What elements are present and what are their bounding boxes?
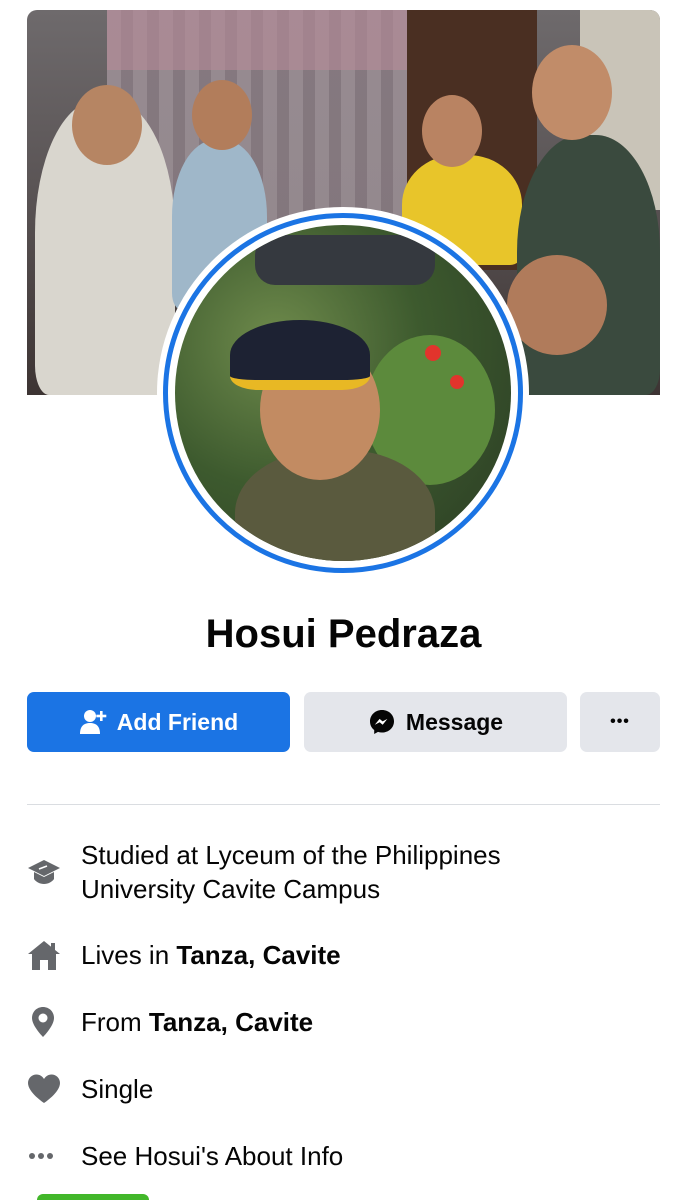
message-button[interactable]: Message [304, 692, 567, 752]
section-divider [27, 804, 660, 805]
graduation-cap-icon [27, 857, 81, 887]
see-about-info-link[interactable]: See Hosui's About Info [27, 1139, 667, 1173]
add-friend-button[interactable]: Add Friend [27, 692, 290, 752]
from-place[interactable]: Tanza, Cavite [149, 1007, 313, 1037]
cover-person-head [532, 45, 612, 140]
profile-photo [175, 225, 511, 561]
message-label: Message [405, 708, 504, 735]
more-dots-icon [27, 1151, 81, 1161]
cover-person-head [507, 255, 607, 355]
add-friend-label: Add Friend [116, 708, 239, 735]
info-from[interactable]: From Tanza, Cavite [27, 1005, 667, 1039]
photo-flower [450, 375, 464, 389]
map-pin-icon [27, 1005, 81, 1039]
cover-person-head [422, 95, 482, 167]
profile-picture[interactable] [157, 207, 529, 579]
from-text: From Tanza, Cavite [81, 1005, 313, 1039]
lives-in-prefix: Lives in [81, 940, 177, 970]
more-options-button[interactable]: ••• [580, 692, 660, 752]
cover-person-head [192, 80, 252, 150]
cover-curtain-top [107, 10, 437, 70]
info-relationship[interactable]: Single [27, 1072, 667, 1106]
heart-icon [27, 1073, 81, 1105]
lives-in-place[interactable]: Tanza, Cavite [176, 940, 340, 970]
from-prefix: From [81, 1007, 149, 1037]
partially-visible-button[interactable] [37, 1194, 149, 1200]
home-icon [27, 939, 81, 971]
cover-person-head [72, 85, 142, 165]
more-dots-icon: ••• [610, 713, 630, 730]
about-link-text: See Hosui's About Info [81, 1141, 344, 1171]
story-ring [163, 213, 523, 573]
lives-in-text: Lives in Tanza, Cavite [81, 938, 341, 972]
relationship-text: Single [81, 1074, 154, 1104]
photo-flower [425, 345, 441, 361]
photo-car [255, 235, 435, 285]
add-friend-icon [79, 708, 107, 736]
info-education[interactable]: Studied at Lyceum of the Philippines Uni… [27, 838, 667, 906]
profile-name: Hosui Pedraza [205, 612, 482, 656]
info-lives-in[interactable]: Lives in Tanza, Cavite [27, 938, 667, 972]
messenger-icon [368, 708, 396, 736]
photo-bucket-hat [230, 320, 370, 390]
education-text: Studied at Lyceum of the Philippines Uni… [81, 840, 501, 904]
